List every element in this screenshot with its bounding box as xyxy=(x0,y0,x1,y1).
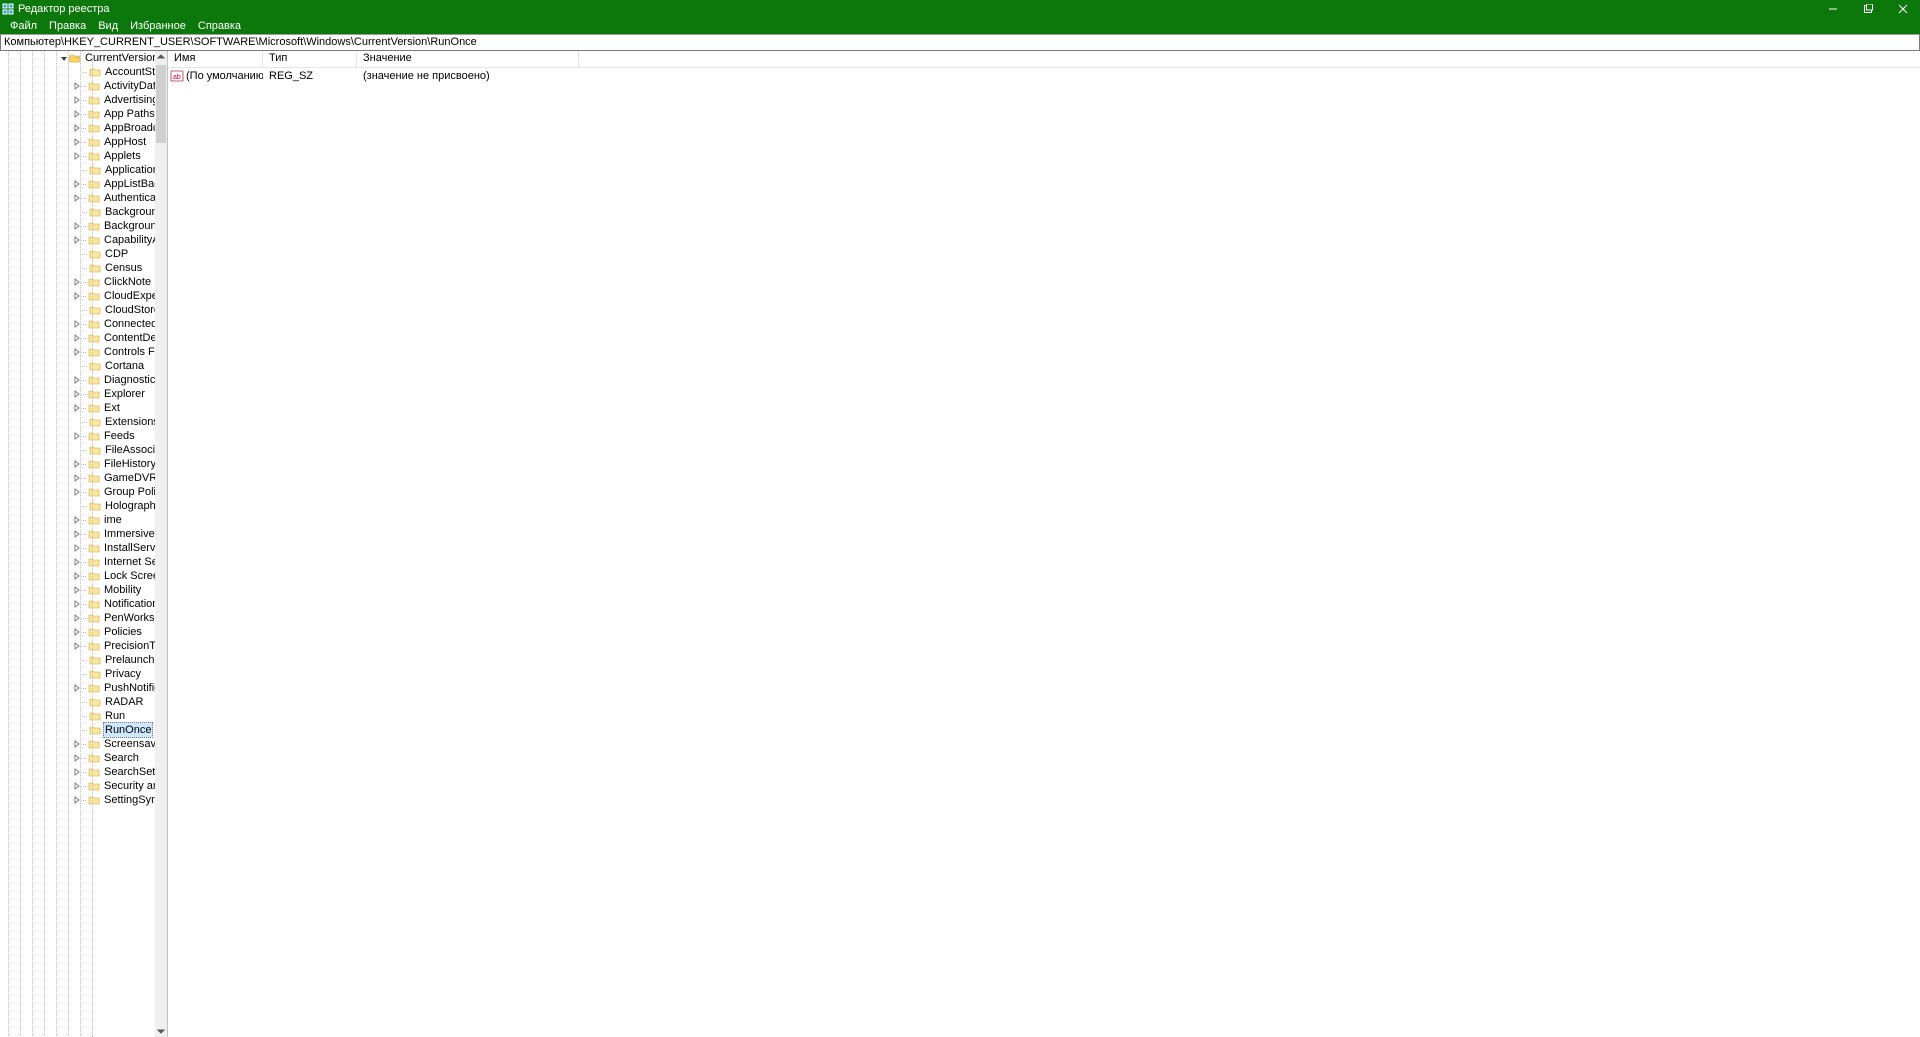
string-value-icon: ab xyxy=(170,69,184,83)
column-header-empty[interactable] xyxy=(579,51,1920,67)
list-header: Имя Тип Значение xyxy=(168,51,1920,68)
value-data-cell: (значение не присвоено) xyxy=(357,70,579,82)
scrollbar-thumb[interactable] xyxy=(156,65,166,143)
titlebar: Редактор реестра xyxy=(0,0,1920,18)
minimize-button[interactable] xyxy=(1815,0,1850,18)
menubar: Файл Правка Вид Избранное Справка xyxy=(0,18,1920,34)
window-title: Редактор реестра xyxy=(18,0,110,18)
values-list-pane: Имя Тип Значение ab(По умолчанию)REG_SZ(… xyxy=(168,51,1920,1037)
value-name-cell: ab(По умолчанию) xyxy=(168,69,263,83)
scrollbar-up-button[interactable] xyxy=(155,51,167,63)
main-area: CurrentVersion AccountStateActivityDataM… xyxy=(0,51,1920,1037)
app-icon xyxy=(2,3,14,15)
menu-help[interactable]: Справка xyxy=(192,18,247,34)
list-body: ab(По умолчанию)REG_SZ(значение не присв… xyxy=(168,68,1920,1037)
menu-favorites[interactable]: Избранное xyxy=(124,18,192,34)
value-type-cell: REG_SZ xyxy=(263,70,357,82)
scrollbar-down-button[interactable] xyxy=(155,1025,167,1037)
list-row[interactable]: ab(По умолчанию)REG_SZ(значение не присв… xyxy=(168,68,1920,83)
tree-pane: CurrentVersion AccountStateActivityDataM… xyxy=(0,51,168,1037)
menu-edit[interactable]: Правка xyxy=(43,18,92,34)
tree-scrollbar[interactable] xyxy=(155,51,167,1037)
tree-guide-lines xyxy=(0,51,155,1037)
svg-text:ab: ab xyxy=(173,74,181,81)
menu-view[interactable]: Вид xyxy=(92,18,124,34)
maximize-button[interactable] xyxy=(1850,0,1885,18)
close-button[interactable] xyxy=(1885,0,1920,18)
column-header-value[interactable]: Значение xyxy=(357,51,579,67)
menu-file[interactable]: Файл xyxy=(4,18,43,34)
column-header-name[interactable]: Имя xyxy=(168,51,263,67)
column-header-type[interactable]: Тип xyxy=(263,51,357,67)
address-bar[interactable]: Компьютер\HKEY_CURRENT_USER\SOFTWARE\Mic… xyxy=(0,34,1920,51)
